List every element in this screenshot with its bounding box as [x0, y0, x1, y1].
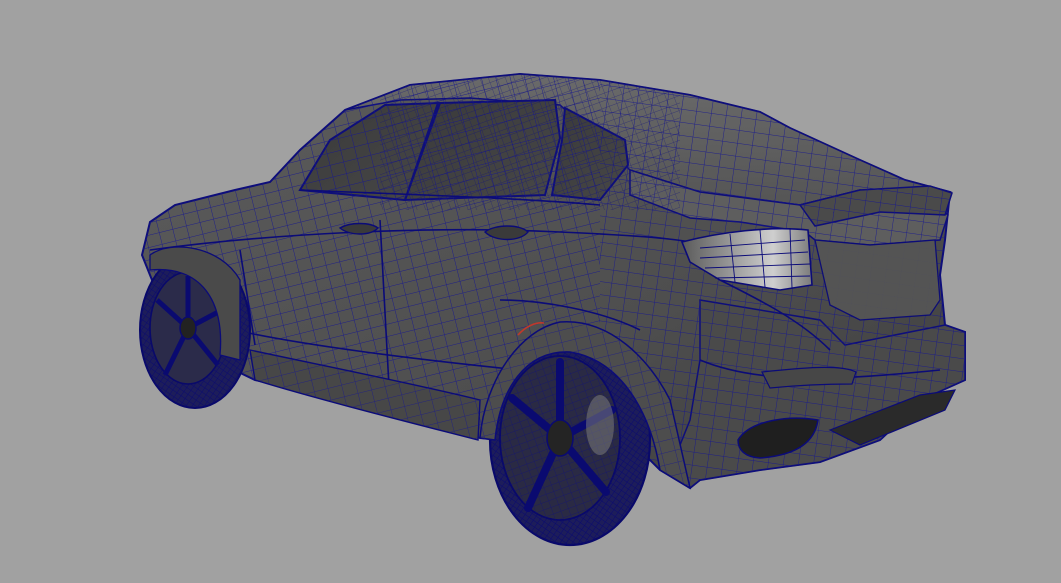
car-model[interactable]	[130, 60, 980, 547]
viewport-canvas[interactable]	[0, 0, 1061, 583]
brake-disc	[586, 395, 614, 455]
3d-viewport[interactable]	[0, 0, 1061, 583]
